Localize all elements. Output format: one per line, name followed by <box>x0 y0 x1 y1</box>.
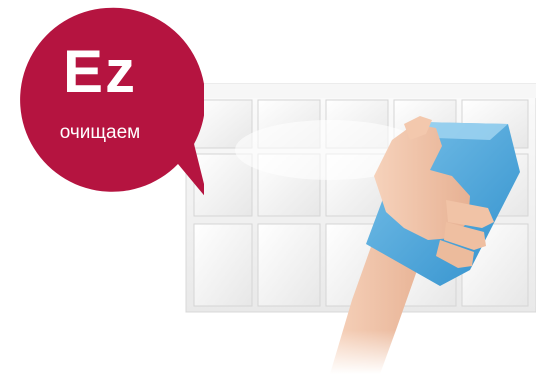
badge-text-block: Ez очищаем <box>8 4 192 188</box>
badge-title: Ez <box>62 38 138 105</box>
product-illustration: Ez очищаем <box>0 0 536 374</box>
badge-subtitle: очищаем <box>59 122 141 143</box>
